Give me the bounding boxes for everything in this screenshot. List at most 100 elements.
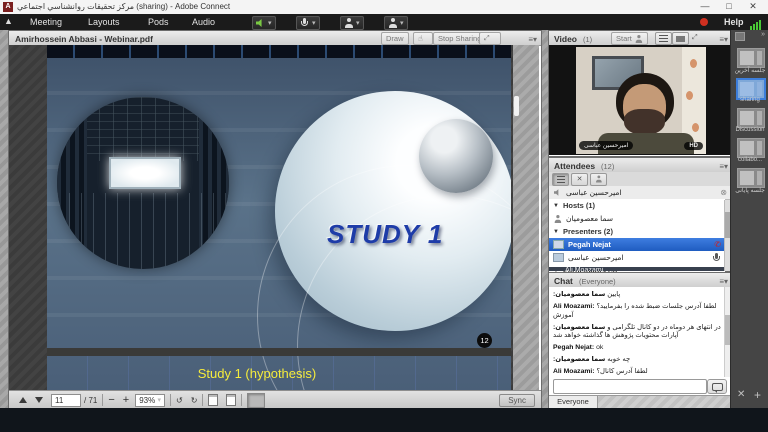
menu-audio[interactable]: Audio: [186, 14, 221, 30]
dismiss-icon[interactable]: ⊗: [720, 188, 727, 197]
close-layouts-icon[interactable]: ✕: [737, 389, 745, 400]
recording-indicator-icon: [700, 18, 708, 26]
layouts-collapse-icon[interactable]: »: [761, 31, 765, 38]
presenter-screen-icon: [553, 240, 564, 249]
chat-messages: سما معصومیان: پایین Ali Moazami: لطفا آد…: [549, 287, 725, 377]
window-title: مركز تحقيقات روانشناسي اجتماعي (sharing)…: [17, 2, 230, 11]
add-layout-icon[interactable]: +: [754, 388, 761, 402]
webcam-person-icon: [635, 35, 642, 43]
chat-input[interactable]: [553, 379, 707, 394]
sync-button[interactable]: Sync: [499, 394, 535, 407]
fit-width-button[interactable]: [208, 394, 218, 406]
start-webcam-button[interactable]: Start: [611, 32, 648, 45]
video-pod: Video (1) Start ⤢ ≡▾ امیرحسین عباسی: [548, 30, 732, 157]
share-pod: Amirhossein Abbasi - Webinar.pdf Draw ☝ …: [8, 30, 542, 410]
hosts-section[interactable]: ▼Hosts (1): [549, 199, 725, 213]
grid-view-button[interactable]: [655, 32, 672, 45]
layout-thumb-1[interactable]: [737, 48, 765, 68]
chat-bubble-icon: [712, 383, 723, 391]
adobe-connect-window: A مركز تحقيقات روانشناسي اجتماعي (sharin…: [0, 0, 768, 432]
slide-sphere: [419, 119, 493, 193]
menu-layouts[interactable]: Layouts: [82, 14, 126, 30]
page-number-input[interactable]: 11: [51, 394, 81, 407]
chat-pod: Chat (Everyone) ≡▾ سما معصومیان: پایین A…: [548, 272, 732, 410]
microphone-icon: [300, 18, 309, 28]
layout-thumb-5[interactable]: [737, 168, 765, 188]
zoom-in-button[interactable]: +: [123, 394, 129, 406]
layout-label-sharing: sharing: [731, 97, 768, 103]
person-beard: [624, 109, 665, 135]
video-fullscreen-icon[interactable]: ⤢: [692, 34, 698, 42]
speaker-button[interactable]: ▾: [252, 16, 276, 30]
attendee-name: Pegah Nejat: [568, 240, 611, 249]
slide-top-decor: [47, 45, 511, 58]
video-pod-menu-button[interactable]: ≡▾: [719, 34, 728, 44]
layouts-panel-icon[interactable]: [735, 32, 745, 41]
layout-thumb-collaboration[interactable]: [737, 138, 765, 158]
attendee-row-selected[interactable]: Pegah Nejat ✆: [549, 238, 725, 252]
chevron-down-icon[interactable]: ▾: [312, 19, 316, 27]
rotate-right-button[interactable]: ↻: [191, 396, 198, 405]
minimize-button[interactable]: —: [694, 0, 716, 13]
layout-thumb-discussion[interactable]: [737, 108, 765, 128]
chevron-down-icon[interactable]: ▾: [268, 19, 272, 27]
draw-button[interactable]: Draw: [381, 32, 409, 45]
zoom-level-select[interactable]: 93% ▾: [135, 394, 165, 407]
webcam-button[interactable]: ▾: [340, 16, 364, 30]
maximize-button[interactable]: □: [718, 0, 740, 13]
attendee-name: سما معصومیان: [566, 214, 613, 223]
breakout-view-button[interactable]: ✕: [571, 173, 588, 186]
chevron-down-icon[interactable]: ▾: [356, 19, 360, 27]
share-scrollbar-thumb[interactable]: [514, 96, 519, 116]
chat-message: سما معصومیان: در انتهای هر دوماه در دو ک…: [553, 324, 721, 341]
chat-pod-menu-button[interactable]: ≡▾: [719, 276, 728, 286]
share-pod-title: Amirhossein Abbasi - Webinar.pdf: [15, 34, 153, 44]
send-message-button[interactable]: [707, 379, 727, 394]
chat-message: Ali Moazami: لطفا آدرس جلسات ضبط شده را …: [553, 303, 721, 320]
attendee-row-host[interactable]: سما معصومیان: [549, 212, 725, 226]
list-view-button[interactable]: [552, 173, 569, 186]
presenters-section[interactable]: ▼Presenters (2): [549, 225, 725, 239]
fit-page-button[interactable]: [226, 394, 236, 406]
webcam-video: امیرحسین عباسی HD: [576, 47, 706, 154]
share-pod-header: Amirhossein Abbasi - Webinar.pdf Draw ☝ …: [9, 31, 541, 46]
attendee-row-clipped[interactable]: Ali Moazami: [549, 267, 725, 271]
zoom-out-button[interactable]: −: [108, 394, 114, 406]
menu-meeting[interactable]: Meeting: [24, 14, 68, 30]
active-speaker-name: امیرحسین عباسی: [566, 188, 621, 197]
filmstrip-view-button[interactable]: [672, 32, 689, 45]
taskbar: Search for anything Ps W ✕ S FA ∧ 6:20 P…: [0, 408, 768, 432]
active-speaker-bar: امیرحسین عباسی ⊗: [549, 186, 731, 200]
chat-tab-bar: Everyone: [549, 395, 731, 409]
person-icon: [554, 215, 561, 223]
status-view-button[interactable]: [590, 173, 607, 186]
next-page-button[interactable]: [35, 397, 43, 403]
fullscreen-button[interactable]: ⤢: [479, 32, 501, 45]
raise-hand-button[interactable]: ▾: [384, 16, 408, 30]
video-name-tag: امیرحسین عباسی: [579, 141, 633, 150]
microphone-button[interactable]: ▾: [296, 16, 320, 30]
app-icon: A: [3, 2, 13, 12]
previous-page-button[interactable]: [19, 397, 27, 403]
attendees-count: (12): [601, 162, 614, 171]
pointer-icon: ☝: [418, 34, 423, 43]
chat-scope: (Everyone): [579, 277, 616, 286]
slide-gap: [47, 348, 511, 356]
webcam-person-icon: [344, 18, 353, 28]
share-pod-menu-button[interactable]: ≡▾: [528, 34, 537, 44]
share-toolbar: 11 / 71 − + 93% ▾ ↺ ↻ Sync: [9, 390, 541, 409]
close-button[interactable]: ✕: [742, 0, 764, 13]
menu-pods[interactable]: Pods: [142, 14, 175, 30]
attendees-pod-menu-button[interactable]: ≡▾: [719, 161, 728, 171]
fullscreen-icon: ⤢: [484, 35, 490, 43]
thumbnail-view-button[interactable]: [247, 393, 265, 408]
help-menu[interactable]: Help: [718, 14, 750, 30]
attendees-pod-header: Attendees (12) ≡▾: [549, 158, 731, 173]
chevron-down-icon[interactable]: ▾: [400, 19, 404, 27]
chat-tab-everyone[interactable]: Everyone: [549, 396, 598, 408]
attendee-row-presenter[interactable]: امیرحسین عباسی: [549, 251, 725, 265]
title-bar: A مركز تحقيقات روانشناسي اجتماعي (sharin…: [0, 0, 768, 15]
rotate-left-button[interactable]: ↺: [176, 396, 183, 405]
pointer-button[interactable]: ☝: [413, 32, 433, 45]
raise-hand-icon: [388, 18, 397, 28]
